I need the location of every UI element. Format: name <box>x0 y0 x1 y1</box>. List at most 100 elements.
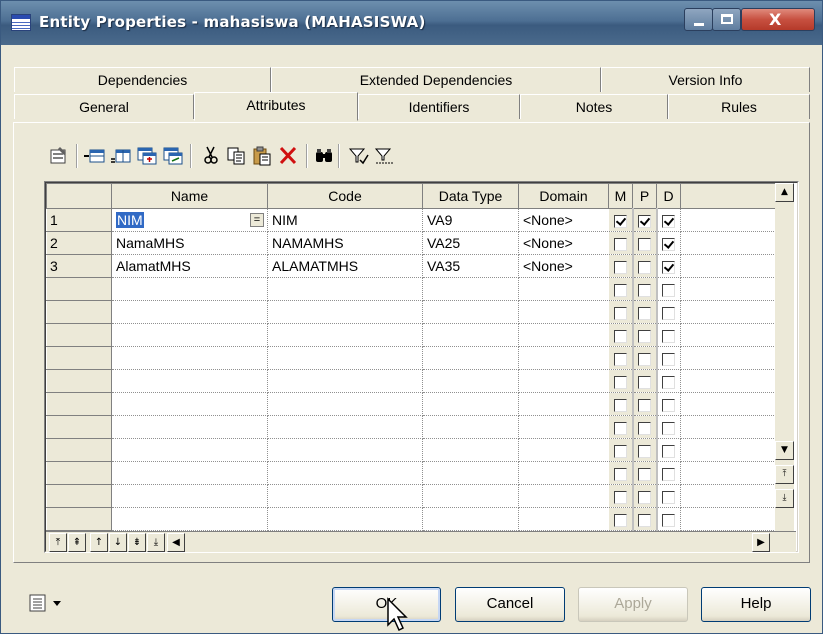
checkbox[interactable] <box>613 375 627 389</box>
ellipsis-button[interactable]: = <box>250 213 264 227</box>
empty-cell[interactable] <box>111 461 268 485</box>
empty-cell[interactable] <box>518 461 609 485</box>
empty-cell[interactable] <box>518 507 609 531</box>
name-cell[interactable]: NamaMHS <box>111 231 268 255</box>
tab-identifiers[interactable]: Identifiers <box>358 94 520 119</box>
row-number[interactable] <box>46 323 112 347</box>
checkbox[interactable] <box>613 352 627 366</box>
empty-cell[interactable] <box>111 438 268 462</box>
checkbox-cell[interactable] <box>608 438 634 462</box>
empty-cell[interactable] <box>518 346 609 370</box>
checkbox-cell[interactable] <box>608 484 634 508</box>
empty-cell[interactable] <box>422 438 519 462</box>
code-cell[interactable]: ALAMATMHS <box>267 254 423 278</box>
scroll-down-button[interactable]: ▼ <box>775 441 794 460</box>
primary-cell[interactable] <box>632 231 658 255</box>
checkbox[interactable] <box>638 444 651 458</box>
empty-cell[interactable] <box>518 392 609 416</box>
checkbox-cell[interactable] <box>656 461 681 485</box>
close-button[interactable]: X <box>741 8 815 31</box>
empty-cell[interactable] <box>422 484 519 508</box>
empty-table-row[interactable] <box>46 461 776 485</box>
checkbox-cell[interactable] <box>632 323 658 347</box>
checkbox-cell[interactable] <box>632 369 658 393</box>
add-attributes-button[interactable] <box>134 142 160 170</box>
title-bar[interactable]: Entity Properties - mahasiswa (MAHASISWA… <box>1 1 822 45</box>
checkbox-cell[interactable] <box>656 392 681 416</box>
data-type-cell[interactable]: VA25 <box>422 231 519 255</box>
checkbox-cell[interactable] <box>632 346 658 370</box>
displayed-checkbox[interactable] <box>662 214 676 228</box>
checkbox-cell[interactable] <box>656 369 681 393</box>
row-number[interactable] <box>46 438 112 462</box>
domain-cell[interactable]: <None> <box>518 254 609 278</box>
checkbox[interactable] <box>638 375 651 389</box>
empty-cell[interactable] <box>111 277 268 301</box>
table-row[interactable]: 2 NamaMHS NAMAMHS VA25 <None> <box>46 231 776 255</box>
name-cell[interactable]: AlamatMHS <box>111 254 268 278</box>
empty-cell[interactable] <box>267 369 423 393</box>
checkbox-cell[interactable] <box>632 507 658 531</box>
checkbox-cell[interactable] <box>656 484 681 508</box>
menu-button[interactable] <box>29 593 71 615</box>
row-number[interactable] <box>46 277 112 301</box>
checkbox-cell[interactable] <box>608 323 634 347</box>
empty-cell[interactable] <box>422 507 519 531</box>
empty-cell[interactable] <box>518 369 609 393</box>
filter-button[interactable] <box>346 142 372 170</box>
checkbox-cell[interactable] <box>632 415 658 439</box>
empty-cell[interactable] <box>518 484 609 508</box>
scroll-left-button[interactable]: ◀ <box>167 533 185 552</box>
scroll-bottom-button[interactable]: ⤓ <box>775 489 794 508</box>
checkbox[interactable] <box>613 467 627 481</box>
row-number[interactable]: 3 <box>46 254 112 278</box>
empty-cell[interactable] <box>111 369 268 393</box>
empty-table-row[interactable] <box>46 346 776 370</box>
checkbox-cell[interactable] <box>632 277 658 301</box>
row-number[interactable] <box>46 415 112 439</box>
row-number[interactable]: 2 <box>46 231 112 255</box>
checkbox[interactable] <box>638 467 651 481</box>
add-row-button[interactable] <box>82 142 108 170</box>
column-header-data-type[interactable]: Data Type <box>422 183 519 209</box>
checkbox-cell[interactable] <box>656 438 681 462</box>
empty-cell[interactable] <box>111 415 268 439</box>
code-cell[interactable]: NAMAMHS <box>267 231 423 255</box>
checkbox[interactable] <box>662 283 676 297</box>
mandatory-cell[interactable] <box>608 231 634 255</box>
displayed-cell[interactable] <box>656 231 681 255</box>
row-number[interactable] <box>46 507 112 531</box>
checkbox[interactable] <box>613 421 627 435</box>
checkbox[interactable] <box>613 490 627 504</box>
minimize-button[interactable] <box>684 8 713 31</box>
empty-cell[interactable] <box>267 323 423 347</box>
empty-cell[interactable] <box>518 438 609 462</box>
mandatory-cell[interactable] <box>608 254 634 278</box>
paste-button[interactable] <box>250 142 276 170</box>
move-down-button[interactable]: ↓ <box>109 533 127 552</box>
empty-table-row[interactable] <box>46 277 776 301</box>
empty-cell[interactable] <box>111 346 268 370</box>
empty-cell[interactable] <box>111 323 268 347</box>
data-type-cell[interactable]: VA9 <box>422 208 519 232</box>
empty-cell[interactable] <box>111 300 268 324</box>
checkbox[interactable] <box>662 398 676 412</box>
reuse-attributes-button[interactable] <box>160 142 186 170</box>
checkbox-cell[interactable] <box>632 438 658 462</box>
empty-cell[interactable] <box>422 300 519 324</box>
tab-general[interactable]: General <box>14 94 194 119</box>
empty-table-row[interactable] <box>46 300 776 324</box>
empty-cell[interactable] <box>422 323 519 347</box>
maximize-button[interactable] <box>712 8 741 31</box>
empty-cell[interactable] <box>518 277 609 301</box>
displayed-cell[interactable] <box>656 254 681 278</box>
checkbox[interactable] <box>613 329 627 343</box>
empty-cell[interactable] <box>518 323 609 347</box>
displayed-cell[interactable] <box>656 208 681 232</box>
column-header-primary[interactable]: P <box>632 183 657 209</box>
insert-row-button[interactable] <box>108 142 134 170</box>
table-row[interactable]: 1 NIM = NIM VA9 <None> <box>46 208 776 232</box>
move-page-down-button[interactable]: ⇟ <box>128 533 146 552</box>
empty-cell[interactable] <box>111 484 268 508</box>
code-cell[interactable]: NIM <box>267 208 423 232</box>
